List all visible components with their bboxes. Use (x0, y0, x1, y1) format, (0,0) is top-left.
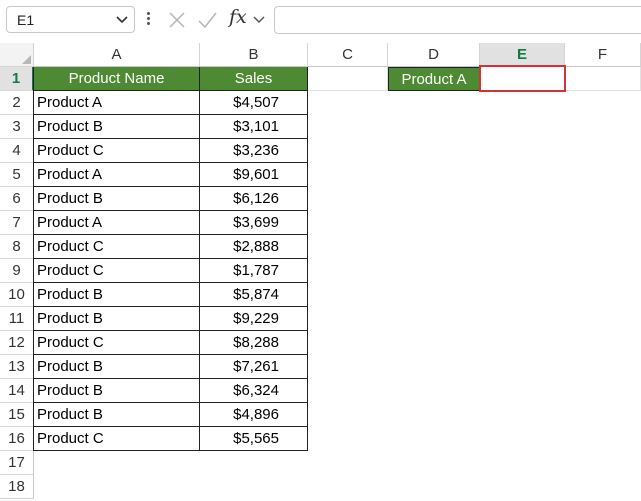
cell-a1[interactable]: Product Name (34, 67, 200, 91)
row-header-14[interactable]: 14 (0, 379, 34, 403)
cell-b12[interactable]: $8,288 (200, 331, 308, 355)
row-header-2[interactable]: 2 (0, 91, 34, 115)
select-all-button[interactable] (0, 43, 34, 67)
row-header-17[interactable]: 17 (0, 451, 34, 475)
cell-b16[interactable]: $5,565 (200, 427, 308, 451)
cell-b5[interactable]: $9,601 (200, 163, 308, 187)
cell-a8[interactable]: Product C (34, 235, 200, 259)
cell-a5[interactable]: Product A (34, 163, 200, 187)
column-header-d[interactable]: D (388, 43, 480, 67)
chevron-down-icon[interactable] (252, 12, 266, 26)
formula-input[interactable] (274, 6, 641, 34)
cell-a16[interactable]: Product C (34, 427, 200, 451)
row-header-4[interactable]: 4 (0, 139, 34, 163)
more-options-icon[interactable] (145, 10, 151, 30)
cell-a12[interactable]: Product C (34, 331, 200, 355)
cell-b9[interactable]: $1,787 (200, 259, 308, 283)
cell-a15[interactable]: Product B (34, 403, 200, 427)
cell-a11[interactable]: Product B (34, 307, 200, 331)
cell-b6[interactable]: $6,126 (200, 187, 308, 211)
row-header-13[interactable]: 13 (0, 355, 34, 379)
cell-b10[interactable]: $5,874 (200, 283, 308, 307)
cell-b2[interactable]: $4,507 (200, 91, 308, 115)
cancel-icon[interactable] (166, 8, 188, 32)
formula-bar: E1 fx (0, 0, 641, 41)
cell-b15[interactable]: $4,896 (200, 403, 308, 427)
cell-a6[interactable]: Product B (34, 187, 200, 211)
name-box-value: E1 (17, 12, 35, 28)
cell-a13[interactable]: Product B (34, 355, 200, 379)
row-header-8[interactable]: 8 (0, 235, 34, 259)
cell-c1[interactable] (308, 67, 388, 91)
select-all-icon (22, 55, 31, 64)
cell-d1[interactable]: Product A (388, 67, 480, 91)
cell-a3[interactable]: Product B (34, 115, 200, 139)
cell-b7[interactable]: $3,699 (200, 211, 308, 235)
row-header-16[interactable]: 16 (0, 427, 34, 451)
cell-b4[interactable]: $3,236 (200, 139, 308, 163)
row-header-3[interactable]: 3 (0, 115, 34, 139)
cell-a9[interactable]: Product C (34, 259, 200, 283)
cell-a4[interactable]: Product C (34, 139, 200, 163)
table-left-border (33, 67, 34, 451)
name-box[interactable]: E1 (6, 6, 135, 33)
cell-b1[interactable]: Sales (200, 67, 308, 91)
enter-check-icon[interactable] (196, 8, 218, 32)
row-header-18[interactable]: 18 (0, 475, 34, 499)
cell-a14[interactable]: Product B (34, 379, 200, 403)
chevron-down-icon[interactable] (114, 11, 130, 27)
cell-b11[interactable]: $9,229 (200, 307, 308, 331)
cell-b8[interactable]: $2,888 (200, 235, 308, 259)
row-header-9[interactable]: 9 (0, 259, 34, 283)
row-header-12[interactable]: 12 (0, 331, 34, 355)
column-header-a[interactable]: A (34, 43, 200, 67)
insert-function-icon[interactable]: fx (229, 6, 247, 28)
cell-b3[interactable]: $3,101 (200, 115, 308, 139)
column-header-e[interactable]: E (480, 43, 565, 67)
cell-a10[interactable]: Product B (34, 283, 200, 307)
row-header-11[interactable]: 11 (0, 307, 34, 331)
cell-a2[interactable]: Product A (34, 91, 200, 115)
row-header-1[interactable]: 1 (0, 67, 34, 91)
active-cell-selection[interactable] (479, 65, 566, 92)
row-header-15[interactable]: 15 (0, 403, 34, 427)
column-header-c[interactable]: C (308, 43, 388, 67)
cell-b14[interactable]: $6,324 (200, 379, 308, 403)
row-header-7[interactable]: 7 (0, 211, 34, 235)
row-header-10[interactable]: 10 (0, 283, 34, 307)
row-header-6[interactable]: 6 (0, 187, 34, 211)
column-header-f[interactable]: F (565, 43, 641, 67)
column-header-b[interactable]: B (200, 43, 308, 67)
row-header-5[interactable]: 5 (0, 163, 34, 187)
cell-b13[interactable]: $7,261 (200, 355, 308, 379)
cell-a7[interactable]: Product A (34, 211, 200, 235)
cell-f1[interactable] (565, 67, 641, 91)
